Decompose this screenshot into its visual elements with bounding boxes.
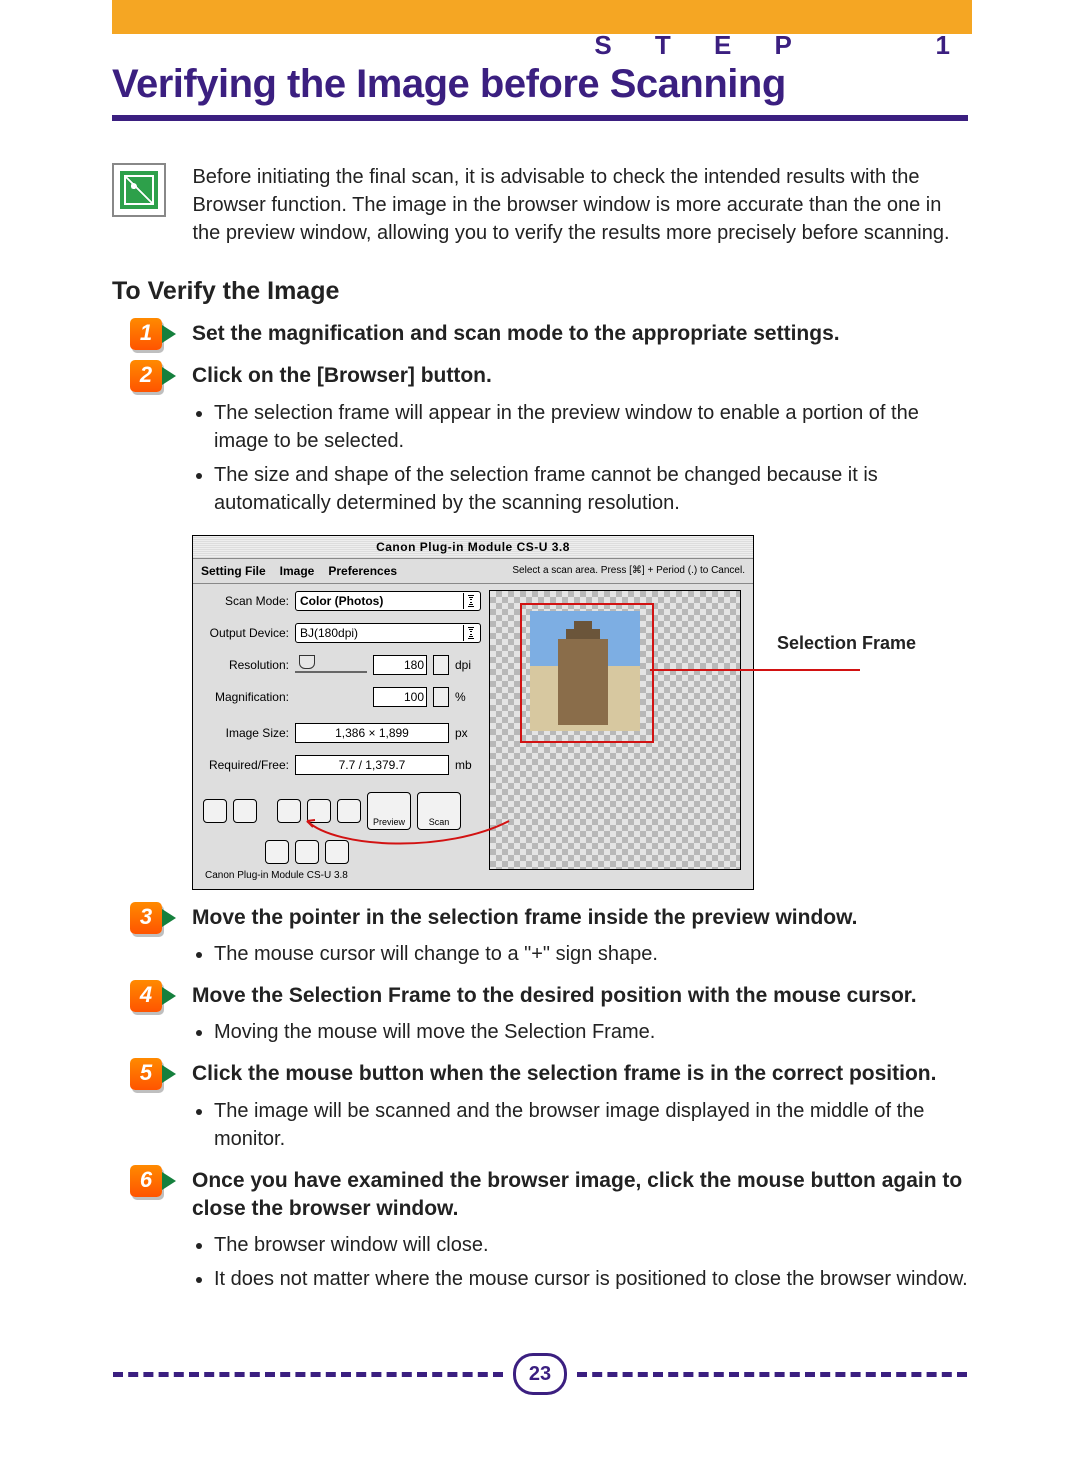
magnification-field[interactable]: 100 [373, 687, 427, 707]
page-title: Verifying the Image before Scanning [112, 62, 1080, 107]
magnification-stepper[interactable] [433, 687, 449, 707]
menu-setting-file[interactable]: Setting File [201, 564, 266, 578]
scan-button[interactable]: Scan [417, 792, 461, 830]
step-number: 6 [130, 1165, 162, 1197]
image-size-value: 1,386 × 1,899 [295, 723, 449, 743]
selection-frame[interactable] [520, 603, 654, 743]
step-bullet: The size and shape of the selection fram… [214, 461, 968, 517]
resolution-label: Resolution: [199, 658, 289, 672]
step-title: Move the pointer in the selection frame … [192, 904, 968, 932]
step-bullet: The mouse cursor will change to a "+" si… [214, 940, 968, 968]
step-number: 3 [130, 902, 162, 934]
rotate-right-icon[interactable] [307, 799, 331, 823]
preview-area[interactable] [489, 590, 741, 870]
step-label: S T E P 1 [594, 30, 968, 61]
footer-dash-left [113, 1372, 503, 1377]
hint-text: Select a scan area. Press [⌘] + Period (… [512, 565, 745, 576]
menu-preferences[interactable]: Preferences [328, 564, 397, 578]
menu-bar: Setting File Image Preferences Select a … [193, 559, 753, 584]
histogram-icon[interactable] [295, 840, 319, 864]
resolution-stepper[interactable] [433, 655, 449, 675]
browser-button-icon[interactable] [325, 840, 349, 864]
magnification-label: Magnification: [199, 690, 289, 704]
menu-image[interactable]: Image [280, 564, 315, 578]
scan-mode-label: Scan Mode: [199, 594, 289, 608]
image-size-label: Image Size: [199, 726, 289, 740]
step-number: 4 [130, 980, 162, 1012]
browser-icon [112, 163, 166, 217]
step-number: 2 [130, 360, 162, 392]
step-title: Click on the [Browser] button. [192, 362, 968, 390]
zoom-out-icon[interactable] [233, 799, 257, 823]
selection-frame-callout: Selection Frame [777, 633, 916, 654]
step-bullet: The image will be scanned and the browse… [214, 1097, 968, 1153]
step-title: Once you have examined the browser image… [192, 1167, 968, 1224]
color-icon[interactable] [265, 840, 289, 864]
section-heading: To Verify the Image [112, 277, 1080, 306]
tool-row-1: Preview Scan [199, 786, 481, 834]
title-underline [112, 115, 968, 121]
required-free-label: Required/Free: [199, 758, 289, 772]
step-number: 1 [130, 318, 162, 350]
output-device-dropdown[interactable]: BJ(180dpi) [295, 623, 481, 643]
step-bullet: The selection frame will appear in the p… [214, 399, 968, 455]
window-titlebar: Canon Plug-in Module CS-U 3.8 [193, 536, 753, 559]
tool-row-2 [199, 840, 481, 868]
step-title: Move the Selection Frame to the desired … [192, 982, 968, 1010]
mirror-icon[interactable] [337, 799, 361, 823]
zoom-in-icon[interactable] [203, 799, 227, 823]
required-free-value: 7.7 / 1,379.7 [295, 755, 449, 775]
step-title: Set the magnification and scan mode to t… [192, 320, 968, 348]
top-accent-bar [112, 0, 972, 34]
image-size-unit: px [455, 726, 481, 740]
scan-mode-dropdown[interactable]: Color (Photos) [295, 591, 481, 611]
step-number: 5 [130, 1058, 162, 1090]
preview-button[interactable]: Preview [367, 792, 411, 830]
required-free-unit: mb [455, 758, 481, 772]
status-line: Canon Plug-in Module CS-U 3.8 [199, 868, 481, 883]
intro-paragraph: Before initiating the final scan, it is … [192, 163, 962, 247]
step-bullet: It does not matter where the mouse curso… [214, 1265, 968, 1293]
magnification-unit: % [455, 690, 481, 704]
step-bullet: The browser window will close. [214, 1231, 968, 1259]
page-footer: 23 [112, 1353, 968, 1395]
page-number: 23 [513, 1353, 567, 1395]
resolution-unit: dpi [455, 658, 481, 672]
step-title: Click the mouse button when the selectio… [192, 1060, 968, 1088]
resolution-field[interactable]: 180 [373, 655, 427, 675]
step-bullet: Moving the mouse will move the Selection… [214, 1018, 968, 1046]
rotate-left-icon[interactable] [277, 799, 301, 823]
callout-leader-line [650, 669, 860, 671]
plugin-window: Canon Plug-in Module CS-U 3.8 Setting Fi… [192, 535, 754, 890]
footer-dash-right [577, 1372, 967, 1377]
resolution-slider[interactable] [295, 657, 367, 673]
output-device-label: Output Device: [199, 626, 289, 640]
